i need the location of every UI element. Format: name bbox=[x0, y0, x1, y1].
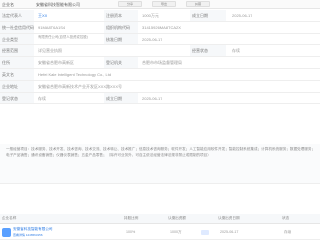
shareholder-percent: 100% bbox=[126, 230, 136, 234]
label-register-authority: 登记机关 bbox=[104, 57, 138, 68]
value-register-authority: 合肥市市场监督管理局 bbox=[142, 60, 182, 66]
col-status: 状态 bbox=[282, 216, 290, 220]
title-row: 企业名 安徽省科技智能有限公司 分享 导出 纠错 bbox=[0, 0, 320, 9]
shareholder-row[interactable]: 安徽省科技智能有限公司 查看详情 1246563156 100% 1000万 2… bbox=[0, 225, 320, 240]
value-business-scope: 详见营业执照 bbox=[38, 48, 62, 54]
label-registration-status: 登记状态 bbox=[0, 92, 34, 104]
label-credit-code: 统一社会信用代码 bbox=[0, 21, 34, 33]
info-row: 经营范围 详见营业执照 经营状态 存续 bbox=[0, 45, 320, 58]
label-address: 住所 bbox=[0, 57, 34, 68]
report-error-button[interactable]: 纠错 bbox=[186, 1, 210, 7]
value-company-address: 安徽省合肥市高新技术产业开发区XXX路XXX号 bbox=[38, 83, 123, 89]
company-info-table: 法定代表人 王XX 注册资本 1000万元 成立日期 2025-06-17 统一… bbox=[0, 10, 320, 105]
info-row: 住所 安徽省合肥市高新区 登记机关 合肥市市场监督管理局 bbox=[0, 57, 320, 69]
share-button[interactable]: 分享 bbox=[118, 1, 142, 7]
info-row: 登记状态 存续 成立日期 2025-06-17 bbox=[0, 92, 320, 105]
value-credit-code: 91MA8T6A1S4 bbox=[38, 24, 66, 30]
shareholder-amount: 1000万 bbox=[170, 230, 182, 234]
label-org-code: 组织机构代码 bbox=[104, 21, 138, 33]
header-label: 企业名 bbox=[2, 2, 14, 7]
label-english-name: 英文名 bbox=[0, 68, 34, 80]
col-company: 企业名称 bbox=[2, 216, 17, 220]
value-org-code: 31415926MA8TCA2X bbox=[142, 24, 181, 30]
company-logo-icon bbox=[2, 228, 11, 237]
shareholder-company-name[interactable]: 安徽省科技智能有限公司 bbox=[13, 227, 53, 232]
col-date: 认缴出资日期 bbox=[218, 216, 240, 220]
info-row: 企业地址 安徽省合肥市高新技术产业开发区XXX路XXX号 bbox=[0, 80, 320, 93]
export-button[interactable]: 导出 bbox=[152, 1, 176, 7]
label-legal-rep: 法定代表人 bbox=[0, 10, 34, 21]
shareholder-date: 2025-06-17 bbox=[220, 230, 239, 234]
value-company-type: 有限责任公司(自然人投资或控股) bbox=[38, 34, 88, 39]
shareholder-table-header: 企业名称 持股比例 认缴出资额 认缴出资日期 状态 bbox=[0, 214, 320, 224]
status-pill bbox=[201, 230, 209, 235]
business-scope-description: 一般经营项目：技术服务、技术开发、技术咨询、技术交流、技术转让、技术推广；信息技… bbox=[0, 144, 320, 184]
label-company-address: 企业地址 bbox=[0, 80, 34, 92]
shareholder-company-subtext[interactable]: 查看详情 1246563156 bbox=[13, 233, 43, 237]
label-registered-capital: 注册资本 bbox=[104, 10, 138, 21]
company-name[interactable]: 安徽省科技智能有限公司 bbox=[36, 2, 80, 8]
value-establish-date-2: 2025-06-17 bbox=[142, 95, 163, 101]
info-row: 法定代表人 王XX 注册资本 1000万元 成立日期 2025-06-17 bbox=[0, 10, 320, 22]
value-status: 存续 bbox=[232, 48, 240, 54]
label-business-scope: 经营范围 bbox=[0, 45, 34, 57]
col-amount: 认缴出资额 bbox=[168, 216, 186, 220]
info-row: 统一社会信用代码 91MA8T6A1S4 组织机构代码 31415926MA8T… bbox=[0, 21, 320, 34]
label-status: 经营状态 bbox=[190, 45, 226, 57]
toolbar: 分享 导出 纠错 bbox=[118, 1, 210, 7]
value-establish-date: 2025-06-17 bbox=[232, 13, 253, 18]
label-establish-date: 成立日期 bbox=[190, 10, 226, 21]
value-approval-date: 2025-06-17 bbox=[142, 36, 163, 42]
info-row: 英文名 Hefei Kale Intelligent Technology Co… bbox=[0, 68, 320, 81]
value-legal-rep[interactable]: 王XX bbox=[38, 10, 47, 21]
value-registration-status: 存续 bbox=[38, 95, 46, 101]
label-approval-date: 核准日期 bbox=[104, 33, 138, 45]
value-address: 安徽省合肥市高新区 bbox=[38, 60, 74, 66]
info-row: 企业类型 有限责任公司(自然人投资或控股) 核准日期 2025-06-17 bbox=[0, 33, 320, 46]
shareholder-status: 存续 bbox=[284, 230, 292, 234]
value-english-name: Hefei Kale Intelligent Technology Co., L… bbox=[38, 71, 112, 77]
label-establish-date-2: 成立日期 bbox=[104, 92, 138, 104]
value-registered-capital: 1000万元 bbox=[142, 13, 159, 18]
label-company-type: 企业类型 bbox=[0, 33, 34, 45]
col-percent: 持股比例 bbox=[124, 216, 139, 220]
